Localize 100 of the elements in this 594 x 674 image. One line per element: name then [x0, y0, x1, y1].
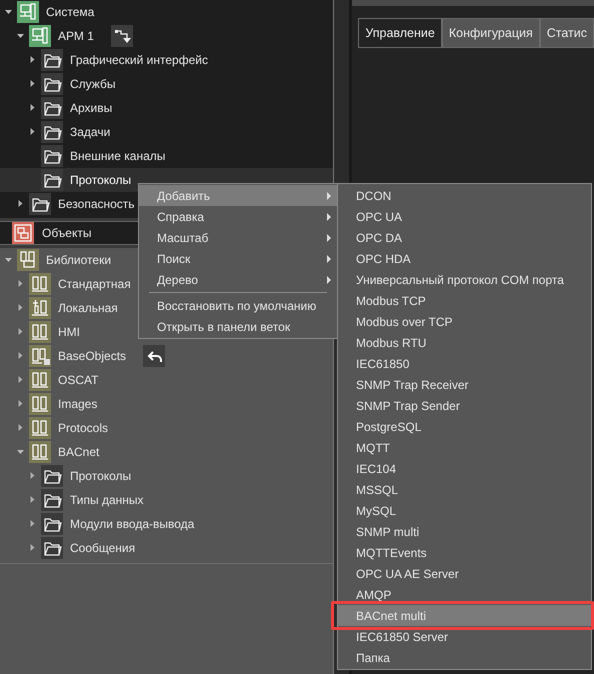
- tree-item[interactable]: Стандартная: [56, 275, 131, 293]
- expand-arrow-icon[interactable]: [17, 328, 24, 336]
- menu-item[interactable]: OPC UA: [338, 206, 591, 227]
- expand-arrow-icon[interactable]: [29, 472, 36, 480]
- tree-item[interactable]: Безопасность: [56, 195, 135, 213]
- tree-item[interactable]: Объекты: [42, 224, 92, 242]
- menu-item[interactable]: Восстановить по умолчанию: [139, 295, 337, 316]
- collapse-arrow-icon[interactable]: [17, 32, 24, 40]
- menu-item[interactable]: SNMP Trap Receiver: [338, 374, 591, 395]
- expand-arrow-icon[interactable]: [29, 520, 36, 528]
- computer-icon: [29, 25, 51, 47]
- folder-icon: [41, 73, 63, 95]
- menu-item[interactable]: AMQP: [338, 584, 591, 605]
- tree-item[interactable]: АРМ 1: [56, 27, 94, 45]
- menu-item[interactable]: Справка: [139, 206, 337, 227]
- expand-arrow-icon[interactable]: [29, 56, 36, 64]
- expand-arrow-icon[interactable]: [17, 280, 24, 288]
- menu-item[interactable]: Добавить: [139, 185, 337, 206]
- tab[interactable]: Конфигурация: [442, 18, 540, 48]
- expand-arrow-icon[interactable]: [29, 544, 36, 552]
- folder-icon: [41, 537, 63, 559]
- library-icon: [29, 321, 51, 343]
- collapse-arrow-icon[interactable]: [5, 8, 12, 16]
- menu-item[interactable]: Modbus RTU: [338, 332, 591, 353]
- branch-arrow-button[interactable]: [110, 25, 133, 47]
- folder-icon: [41, 49, 63, 71]
- library-icon: [29, 393, 51, 415]
- submenu-arrow-icon: [327, 276, 331, 284]
- collapse-arrow-icon[interactable]: [17, 448, 24, 456]
- tree-item[interactable]: Графический интерфейс: [68, 51, 208, 69]
- menu-item[interactable]: Modbus TCP: [338, 290, 591, 311]
- menu-item[interactable]: DCON: [338, 185, 591, 206]
- undo-arrow-button[interactable]: [143, 345, 166, 367]
- submenu-arrow-icon: [327, 192, 331, 200]
- tree-item[interactable]: Images: [56, 395, 98, 413]
- expand-arrow-icon[interactable]: [29, 128, 36, 136]
- menu-item[interactable]: Modbus over TCP: [338, 311, 591, 332]
- expand-arrow-icon[interactable]: [17, 376, 24, 384]
- library-icon: [29, 441, 51, 463]
- menu-item[interactable]: Открыть в панели веток: [139, 316, 337, 337]
- menu-item[interactable]: Папка: [338, 647, 591, 668]
- menu-item[interactable]: SNMP multi: [338, 521, 591, 542]
- objects-icon: [12, 222, 34, 244]
- tree-item[interactable]: OSCAT: [56, 371, 98, 389]
- menu-item[interactable]: Дерево: [139, 269, 337, 290]
- tree-item[interactable]: Библиотеки: [44, 251, 112, 269]
- tree-item[interactable]: HMI: [56, 323, 80, 341]
- menu-item[interactable]: PostgreSQL: [338, 416, 591, 437]
- menu-item[interactable]: MQTT: [338, 437, 591, 458]
- menu-item[interactable]: BACnet multi: [338, 605, 591, 626]
- submenu-arrow-icon: [327, 212, 331, 220]
- tree-item[interactable]: Система: [44, 3, 94, 21]
- menu-item[interactable]: SNMP Trap Sender: [338, 395, 591, 416]
- menu-item[interactable]: IEC61850: [338, 353, 591, 374]
- tab[interactable]: Статис: [540, 18, 594, 48]
- folder-icon: [41, 121, 63, 143]
- tree-item[interactable]: BaseObjects: [56, 347, 126, 365]
- menu-item[interactable]: MSSQL: [338, 479, 591, 500]
- expand-arrow-icon[interactable]: [29, 80, 36, 88]
- collapse-arrow-icon[interactable]: [5, 256, 12, 264]
- library-icon: [29, 345, 51, 367]
- tree-item[interactable]: Протоколы: [68, 171, 132, 189]
- folder-icon: [41, 513, 63, 535]
- submenu-arrow-icon: [327, 234, 331, 242]
- menu-item[interactable]: IEC61850 Server: [338, 626, 591, 647]
- menu-item[interactable]: IEC104: [338, 458, 591, 479]
- expand-arrow-icon[interactable]: [29, 104, 36, 112]
- menu-item[interactable]: OPC HDA: [338, 248, 591, 269]
- menu-item[interactable]: MySQL: [338, 500, 591, 521]
- menu-item[interactable]: Поиск: [139, 248, 337, 269]
- tree-item[interactable]: Локальная: [56, 299, 118, 317]
- expand-arrow-icon[interactable]: [17, 424, 24, 432]
- library-icon: [29, 273, 51, 295]
- library-icon: [29, 369, 51, 391]
- tree-item[interactable]: Задачи: [68, 123, 110, 141]
- menu-item[interactable]: OPC UA AE Server: [338, 563, 591, 584]
- expand-arrow-icon[interactable]: [17, 352, 24, 360]
- tree-item[interactable]: Внешние каналы: [68, 147, 166, 165]
- expand-arrow-icon[interactable]: [17, 304, 24, 312]
- menu-item[interactable]: MQTTEvents: [338, 542, 591, 563]
- tree-item[interactable]: BACnet: [56, 443, 100, 461]
- menu-item[interactable]: Масштаб: [139, 227, 337, 248]
- tree-item[interactable]: Сообщения: [68, 539, 136, 557]
- expand-arrow-icon[interactable]: [29, 496, 36, 504]
- tree-item[interactable]: Службы: [68, 75, 116, 93]
- libraries-icon: [17, 249, 39, 271]
- tree-item[interactable]: Модули ввода-вывода: [68, 515, 194, 533]
- tree-item[interactable]: Протоколы: [68, 467, 132, 485]
- computer-icon: [17, 1, 39, 23]
- menu-item[interactable]: Универсальный протокол COM порта: [338, 269, 591, 290]
- tab[interactable]: Управление: [358, 18, 442, 48]
- folder-icon: [41, 465, 63, 487]
- expand-arrow-icon[interactable]: [17, 400, 24, 408]
- tree-item[interactable]: Типы данных: [68, 491, 144, 509]
- expand-arrow-icon[interactable]: [17, 200, 24, 208]
- folder-icon: [41, 489, 63, 511]
- tree-item[interactable]: Protocols: [56, 419, 108, 437]
- menu-item[interactable]: OPC DA: [338, 227, 591, 248]
- tree-item[interactable]: Архивы: [68, 99, 112, 117]
- submenu-arrow-icon: [327, 254, 331, 262]
